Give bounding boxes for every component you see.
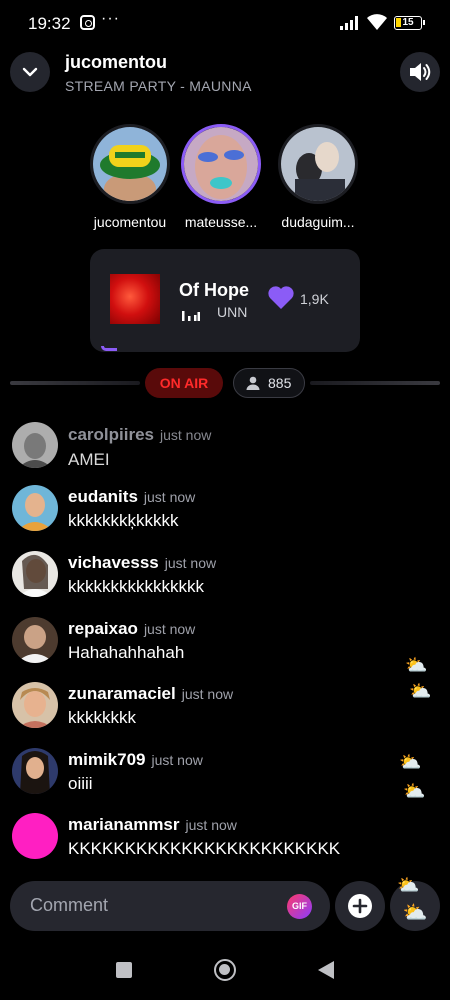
- sun-cloud-reaction-icon: ⛅: [399, 752, 422, 772]
- speaker-icon: [410, 63, 431, 81]
- timestamp: just now: [160, 427, 212, 443]
- timestamp: just now: [185, 817, 237, 833]
- song-title: Of Hope: [179, 280, 249, 300]
- username[interactable]: eudanits: [68, 487, 138, 506]
- recents-button[interactable]: [116, 962, 132, 978]
- comment-user: zunaramaciel just now: [68, 684, 233, 704]
- equalizer-icon: [182, 311, 200, 321]
- timestamp: just now: [164, 555, 217, 571]
- more-notifications: ···: [101, 10, 120, 27]
- username[interactable]: mimik709: [68, 750, 146, 769]
- sun-cloud-reaction-icon: ⛅: [397, 875, 420, 895]
- timestamp: just now: [181, 686, 234, 702]
- comment-user: vichavesss just now: [68, 553, 216, 573]
- like-count: 1,9K: [300, 291, 329, 307]
- artist-name: UNN: [217, 304, 248, 320]
- back-button[interactable]: [318, 961, 334, 979]
- comment-text: Hahahahhahah: [68, 643, 185, 662]
- party-subtitle: STREAM PARTY - MAUNNA: [65, 78, 252, 94]
- list-item: vichavesss just now kkkkkkkkkkkkkkkk: [0, 551, 450, 611]
- comment-text: AMEI: [68, 450, 110, 469]
- username[interactable]: vichavesss: [68, 553, 159, 572]
- now-playing-card[interactable]: Of Hope UNN 1,9K: [90, 249, 360, 352]
- list-item: repaixao just now Hahahahhahah: [0, 617, 450, 677]
- comment-text: kkkkkkkkkkkkkkkk: [68, 577, 204, 596]
- list-item: mimik709 just now oiiii: [0, 748, 450, 808]
- listener-name: mateusse...: [184, 214, 258, 230]
- instagram-icon: [80, 15, 95, 30]
- timestamp: just now: [143, 489, 196, 505]
- chevron-down-icon: [22, 67, 38, 77]
- clock: 19:32: [28, 14, 71, 33]
- comment-text: kkkkkkkk: [68, 708, 136, 727]
- listener-dudaguim[interactable]: dudaguim...: [273, 124, 363, 230]
- list-item: eudanits just now kkkkkkkķkkkkk: [0, 485, 450, 545]
- listener-mateusse[interactable]: mateusse...: [176, 124, 266, 230]
- sun-cloud-reaction-icon: ⛅: [409, 681, 432, 701]
- plus-circle-icon: [348, 894, 372, 918]
- timestamp: just now: [143, 621, 196, 637]
- comment-user: eudanits just now: [68, 487, 195, 507]
- on-air-badge: ON AIR: [145, 368, 223, 398]
- sun-cloud-reaction-icon: ⛅: [405, 655, 428, 675]
- comment-text: kkkkkkkķkkkkk: [68, 511, 179, 530]
- signal-icon: [340, 16, 358, 30]
- battery-icon: 15: [394, 16, 425, 30]
- divider: [10, 381, 140, 385]
- list-item: zunaramaciel just now kkkkkkkk: [0, 682, 450, 742]
- listener-jucomentou[interactable]: jucomentou: [85, 124, 175, 230]
- sun-cloud-icon: ⛅: [402, 901, 428, 924]
- username[interactable]: repaixao: [68, 619, 138, 638]
- avatar[interactable]: [12, 617, 58, 663]
- avatar: [278, 124, 358, 204]
- person-icon: [246, 376, 260, 390]
- comment-text: oiiii: [68, 774, 93, 793]
- timestamp: just now: [151, 752, 203, 768]
- avatar[interactable]: [12, 422, 58, 468]
- status-bar: 19:32 ··· 15: [0, 0, 450, 46]
- gif-button[interactable]: GIF: [287, 894, 312, 919]
- list-item: marianammsr just now KKKKKKKKKKKKKKKKKKKK…: [0, 813, 450, 873]
- avatar: [181, 124, 261, 204]
- wifi-icon: [367, 14, 387, 30]
- avatar[interactable]: [12, 813, 58, 859]
- listener-name: jucomentou: [93, 214, 167, 230]
- comment-user: marianammsr just now: [68, 815, 237, 835]
- sun-cloud-reaction-icon: ⛅: [403, 781, 426, 801]
- add-button[interactable]: [335, 881, 385, 931]
- comment-input[interactable]: Comment GIF: [10, 881, 330, 931]
- comment-placeholder: Comment: [30, 895, 109, 915]
- collapse-button[interactable]: [10, 52, 50, 92]
- comment-user: mimik709 just now: [68, 750, 203, 770]
- avatar: [90, 124, 170, 204]
- avatar[interactable]: [12, 551, 58, 597]
- viewer-number: 885: [268, 375, 292, 391]
- battery-level: 15: [402, 17, 414, 28]
- comment-text: KKKKKKKKKKKKKKKKKKKKKKKK: [68, 839, 341, 858]
- avatar[interactable]: [12, 682, 58, 728]
- username[interactable]: marianammsr: [68, 815, 180, 834]
- heart-icon[interactable]: [267, 285, 295, 310]
- volume-button[interactable]: [400, 52, 440, 92]
- avatar[interactable]: [12, 485, 58, 531]
- playback-progress: [101, 346, 117, 351]
- album-art: [110, 274, 160, 324]
- username[interactable]: zunaramaciel: [68, 684, 176, 703]
- listener-name: dudaguim...: [281, 214, 355, 230]
- divider: [310, 381, 440, 385]
- host-name[interactable]: jucomentou: [65, 52, 167, 73]
- viewer-count[interactable]: 885: [233, 368, 305, 398]
- home-button[interactable]: [214, 959, 236, 981]
- comment-user: carolpiires just now: [68, 425, 211, 445]
- avatar[interactable]: [12, 748, 58, 794]
- username[interactable]: carolpiires: [68, 425, 154, 444]
- list-item: carolpiires just now AMEI: [0, 420, 450, 480]
- comment-user: repaixao just now: [68, 619, 195, 639]
